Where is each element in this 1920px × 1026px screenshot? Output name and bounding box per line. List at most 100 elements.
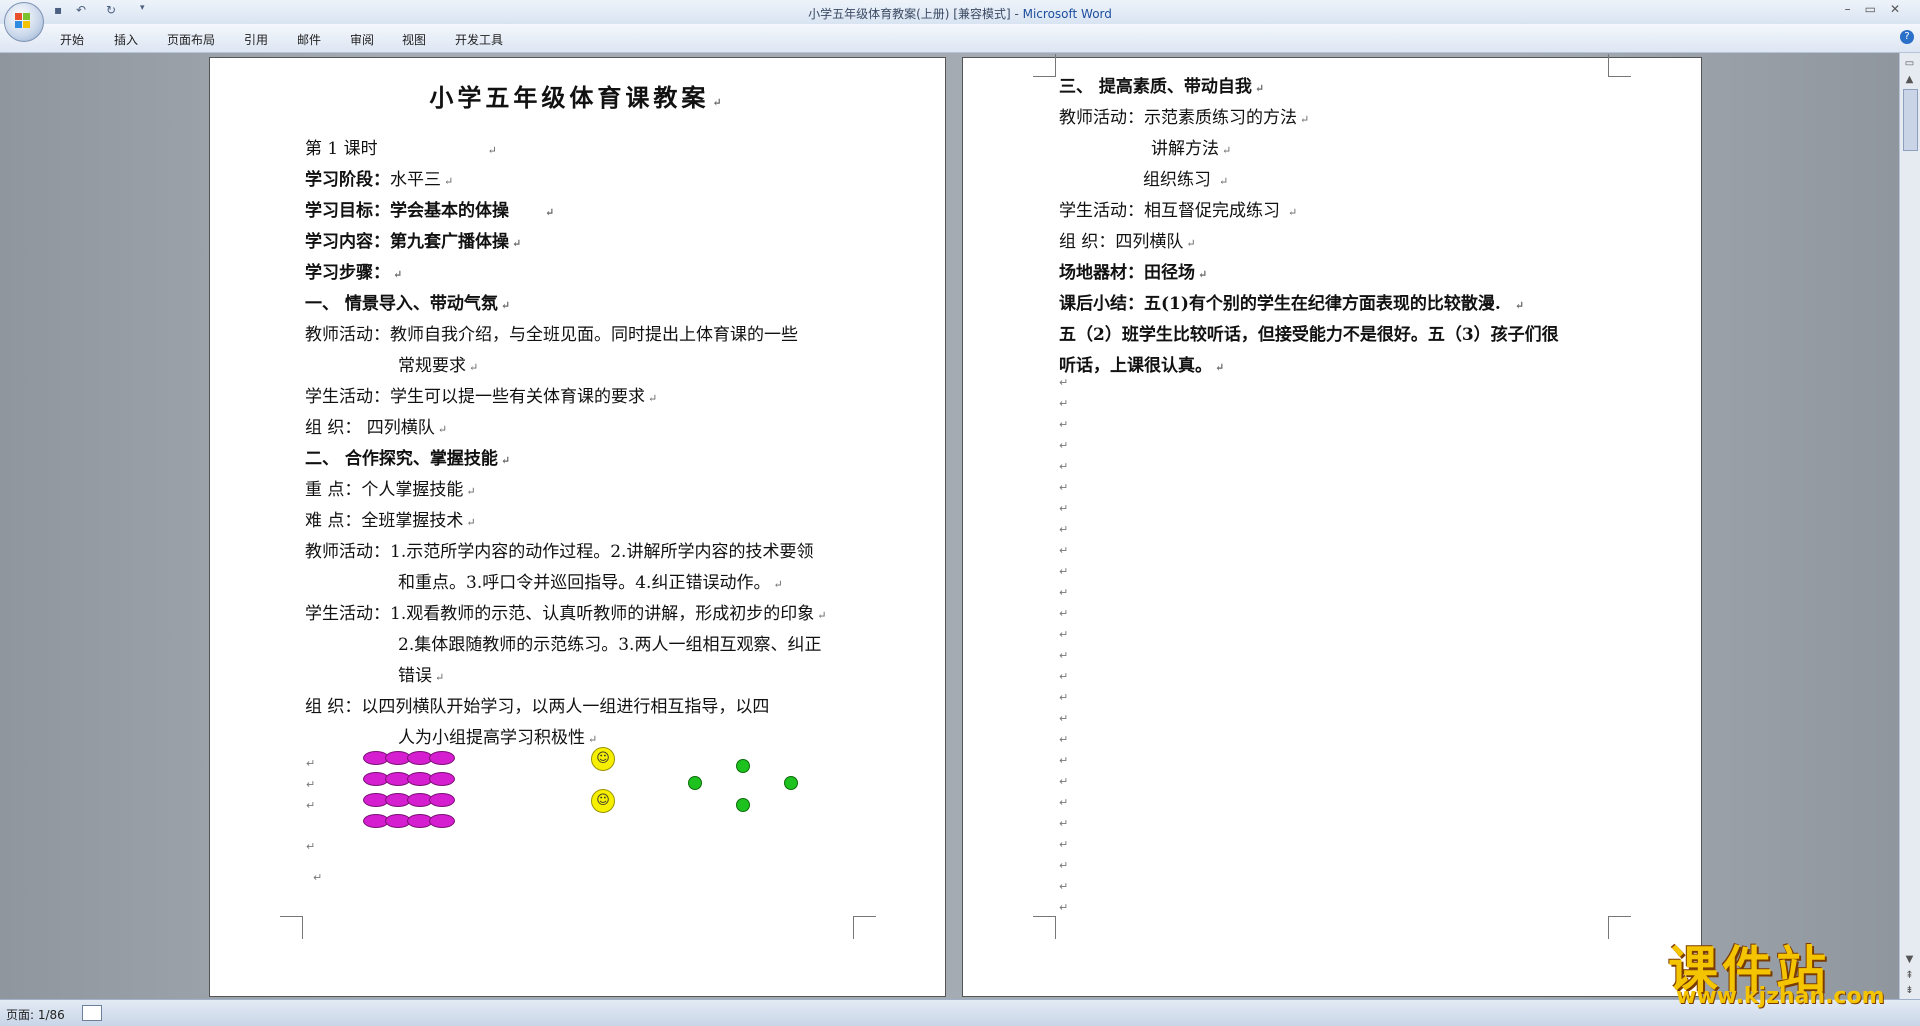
teacher-activity-2-text: 教师活动：1.示范所学内容的动作过程。2.讲解所学内容的技术要领 [305,542,814,562]
student-activity-2-cont-text: 2.集体跟随教师的示范练习。3.两人一组相互观察、纠正 [398,635,822,655]
tab-references[interactable]: 引用 [244,31,268,48]
learning-content-text: 学习内容：第九套广播体操 [305,232,509,252]
student-marker [429,814,455,828]
organization-3: 组 织：四列横队 ↵ [1059,232,1196,252]
app-name: Microsoft Word [1022,7,1112,21]
smiley-icon: ☺ [591,747,615,771]
scroll-down-icon[interactable]: ▼ [1903,953,1916,966]
watermark-url: www.kjzhan.com [1676,984,1885,1009]
tab-review[interactable]: 审阅 [350,31,374,48]
student-marker [429,772,455,786]
vertical-scrollbar[interactable]: ▭ ▲ ▼ ⇞ ⇟ [1899,53,1920,999]
step-three-heading: 三、 提高素质、带动自我 ↵ [1059,77,1265,97]
teacher-activity-1-cont-text: 常规要求 [398,356,466,376]
organization-1: 组 织： 四列横队 ↵ [305,418,448,438]
step-three-heading-text: 三、 提高素质、带动自我 [1059,77,1252,97]
office-logo-icon [15,13,31,29]
post-class-summary: 课后小结：五(1)有个别的学生在纪律方面表现的比较散漫. ↵ [1059,294,1525,314]
organization-2: 组 织：以四列横队开始学习，以两人一组进行相互指导，以四 [305,692,769,717]
teacher-activity-3-cont: 讲解方法 ↵ [1151,139,1232,159]
learning-steps: 学习步骤： ↵ [305,263,403,283]
customize-qat-icon[interactable]: ▾ [140,3,145,19]
window-controls[interactable]: –▭✕ [1845,2,1914,16]
key-point: 重 点：个人掌握技能 ↵ [305,480,476,500]
save-icon[interactable]: ▪ [54,3,62,19]
page-title: 小学五年级体育课教案 ↵ [429,83,726,112]
organization-3-text: 组 织：四列横队 [1059,232,1184,252]
post-class-summary-cont: 五（2）班学生比较听话，但接受能力不是很好。五（3）孩子们很 [1059,320,1559,345]
teacher-activity-1: 教师活动：教师自我介绍，与全班见面。同时提出上体育课的一些 [305,320,798,345]
organization-2-cont-text: 人为小组提高学习积极性 [398,728,585,748]
student-activity-1: 学生活动：学生可以提一些有关体育课的要求 ↵ [305,387,658,407]
tab-mailings[interactable]: 邮件 [297,31,321,48]
difficult-point-text: 难 点：全班掌握技术 [305,511,464,531]
smiley-green-icon [688,776,702,790]
ruler-toggle-icon[interactable]: ▭ [1903,57,1916,70]
post-class-summary-text: 课后小结：五(1)有个别的学生在纪律方面表现的比较散漫. [1059,294,1501,314]
crop-mark [280,916,303,939]
learning-goal: 学习目标：学会基本的体操 ↵ [305,201,555,221]
close-icon[interactable]: ✕ [1890,2,1914,16]
teacher-activity-3-text: 教师活动：示范素质练习的方法 [1059,108,1297,128]
teacher-activity-2: 教师活动：1.示范所学内容的动作过程。2.讲解所学内容的技术要领 [305,537,813,562]
document-page-2[interactable]: 三、 提高素质、带动自我 ↵ 教师活动：示范素质练习的方法 ↵ 讲解方法 ↵ 组织练习… [962,54,1702,997]
tab-page-layout[interactable]: 页面布局 [167,31,215,48]
teacher-activity-2-cont-text: 和重点。3.呼口令并巡回指导。4.纠正错误动作。 [398,573,771,593]
smiley-green-icon [736,759,750,773]
page-title-text: 小学五年级体育课教案 [429,83,710,112]
key-point-text: 重 点：个人掌握技能 [305,480,464,500]
document-area[interactable]: 小学五年级体育课教案 ↵ 第 1 课时 ↵ 学习阶段：水平三 ↵ 学习目标：学会基本的… [0,53,1900,999]
tab-developer[interactable]: 开发工具 [455,31,503,48]
learning-goal-text: 学习目标：学会基本的体操 [305,201,509,221]
step-one-heading-text: 一、 情景导入、带动气氛 [305,294,498,314]
lesson-number-text: 第 1 课时 [305,139,378,159]
smiley-green-icon [736,798,750,812]
crop-mark [853,916,876,939]
smiley-green-icon [784,776,798,790]
title-bar: 小学五年级体育教案(上册) [兼容模式] - Microsoft Word ▪ … [0,0,1920,24]
teacher-activity-3: 教师活动：示范素质练习的方法 ↵ [1059,108,1310,128]
crop-mark [1033,54,1056,77]
undo-icon[interactable]: ↶ [76,3,86,19]
redo-icon[interactable]: ↻ [106,3,116,19]
student-activity-2: 学生活动：1.观看教师的示范、认真听教师的讲解，形成初步的印象 ↵ [305,604,827,624]
crop-mark [1033,916,1056,939]
learning-stage: 学习阶段：水平三 ↵ [305,170,454,190]
office-button[interactable] [4,2,44,42]
post-class-summary-cont2: 听话，上课很认真。 ↵ [1059,356,1225,376]
crop-mark [1608,54,1631,77]
difficult-point: 难 点：全班掌握技术 ↵ [305,511,476,531]
scroll-up-icon[interactable]: ▲ [1903,73,1916,86]
organization-1-text: 组 织： 四列横队 [305,418,435,438]
post-class-summary-cont-text: 五（2）班学生比较听话，但接受能力不是很好。五（3）孩子们很 [1059,325,1559,345]
ribbon-tabs: 开始 插入 页面布局 引用 邮件 审阅 视图 开发工具 ? [0,24,1920,53]
tab-home[interactable]: 开始 [60,31,84,48]
maximize-icon[interactable]: ▭ [1865,2,1890,16]
help-icon[interactable]: ? [1900,30,1914,44]
post-class-summary-cont2-text: 听话，上课很认真。 [1059,356,1212,376]
teacher-activity-1-text: 教师活动：教师自我介绍，与全班见面。同时提出上体育课的一些 [305,325,798,345]
student-activity-1-text: 学生活动：学生可以提一些有关体育课的要求 [305,387,645,407]
document-page-1[interactable]: 小学五年级体育课教案 ↵ 第 1 课时 ↵ 学习阶段：水平三 ↵ 学习目标：学会基本的… [209,57,946,997]
site-watermark: 课件站 www.kjzhan.com [1658,930,1888,1010]
next-page-icon[interactable]: ⇟ [1903,984,1916,997]
minimize-icon[interactable]: – [1845,2,1865,16]
teacher-activity-3-cont-text: 讲解方法 [1151,139,1219,159]
learning-content: 学习内容：第九套广播体操 ↵ [305,232,522,252]
title-separator: - [1010,7,1023,21]
student-activity-2-cont: 2.集体跟随教师的示范练习。3.两人一组相互观察、纠正 [398,630,821,655]
teacher-activity-2-cont: 和重点。3.呼口令并巡回指导。4.纠正错误动作。 ↵ [398,573,783,593]
page-indicator[interactable]: 页面: 1/86 [6,1006,65,1023]
teacher-activity-3-cont2-text: 组织练习 [1143,170,1211,190]
student-activity-2-cont2-text: 错误 [398,666,432,686]
venue-equipment-text: 场地器材：田径场 [1059,263,1195,283]
tab-view[interactable]: 视图 [402,31,426,48]
scroll-thumb[interactable] [1903,89,1918,151]
learning-stage-label: 学习阶段： [305,170,390,190]
step-one-heading: 一、 情景导入、带动气氛 ↵ [305,294,511,314]
previous-page-icon[interactable]: ⇞ [1903,969,1916,982]
tab-insert[interactable]: 插入 [114,31,138,48]
student-activity-3: 学生活动：相互督促完成练习 ↵ [1059,201,1298,221]
proofing-icon[interactable] [82,1005,102,1021]
learning-steps-text: 学习步骤： [305,263,390,283]
